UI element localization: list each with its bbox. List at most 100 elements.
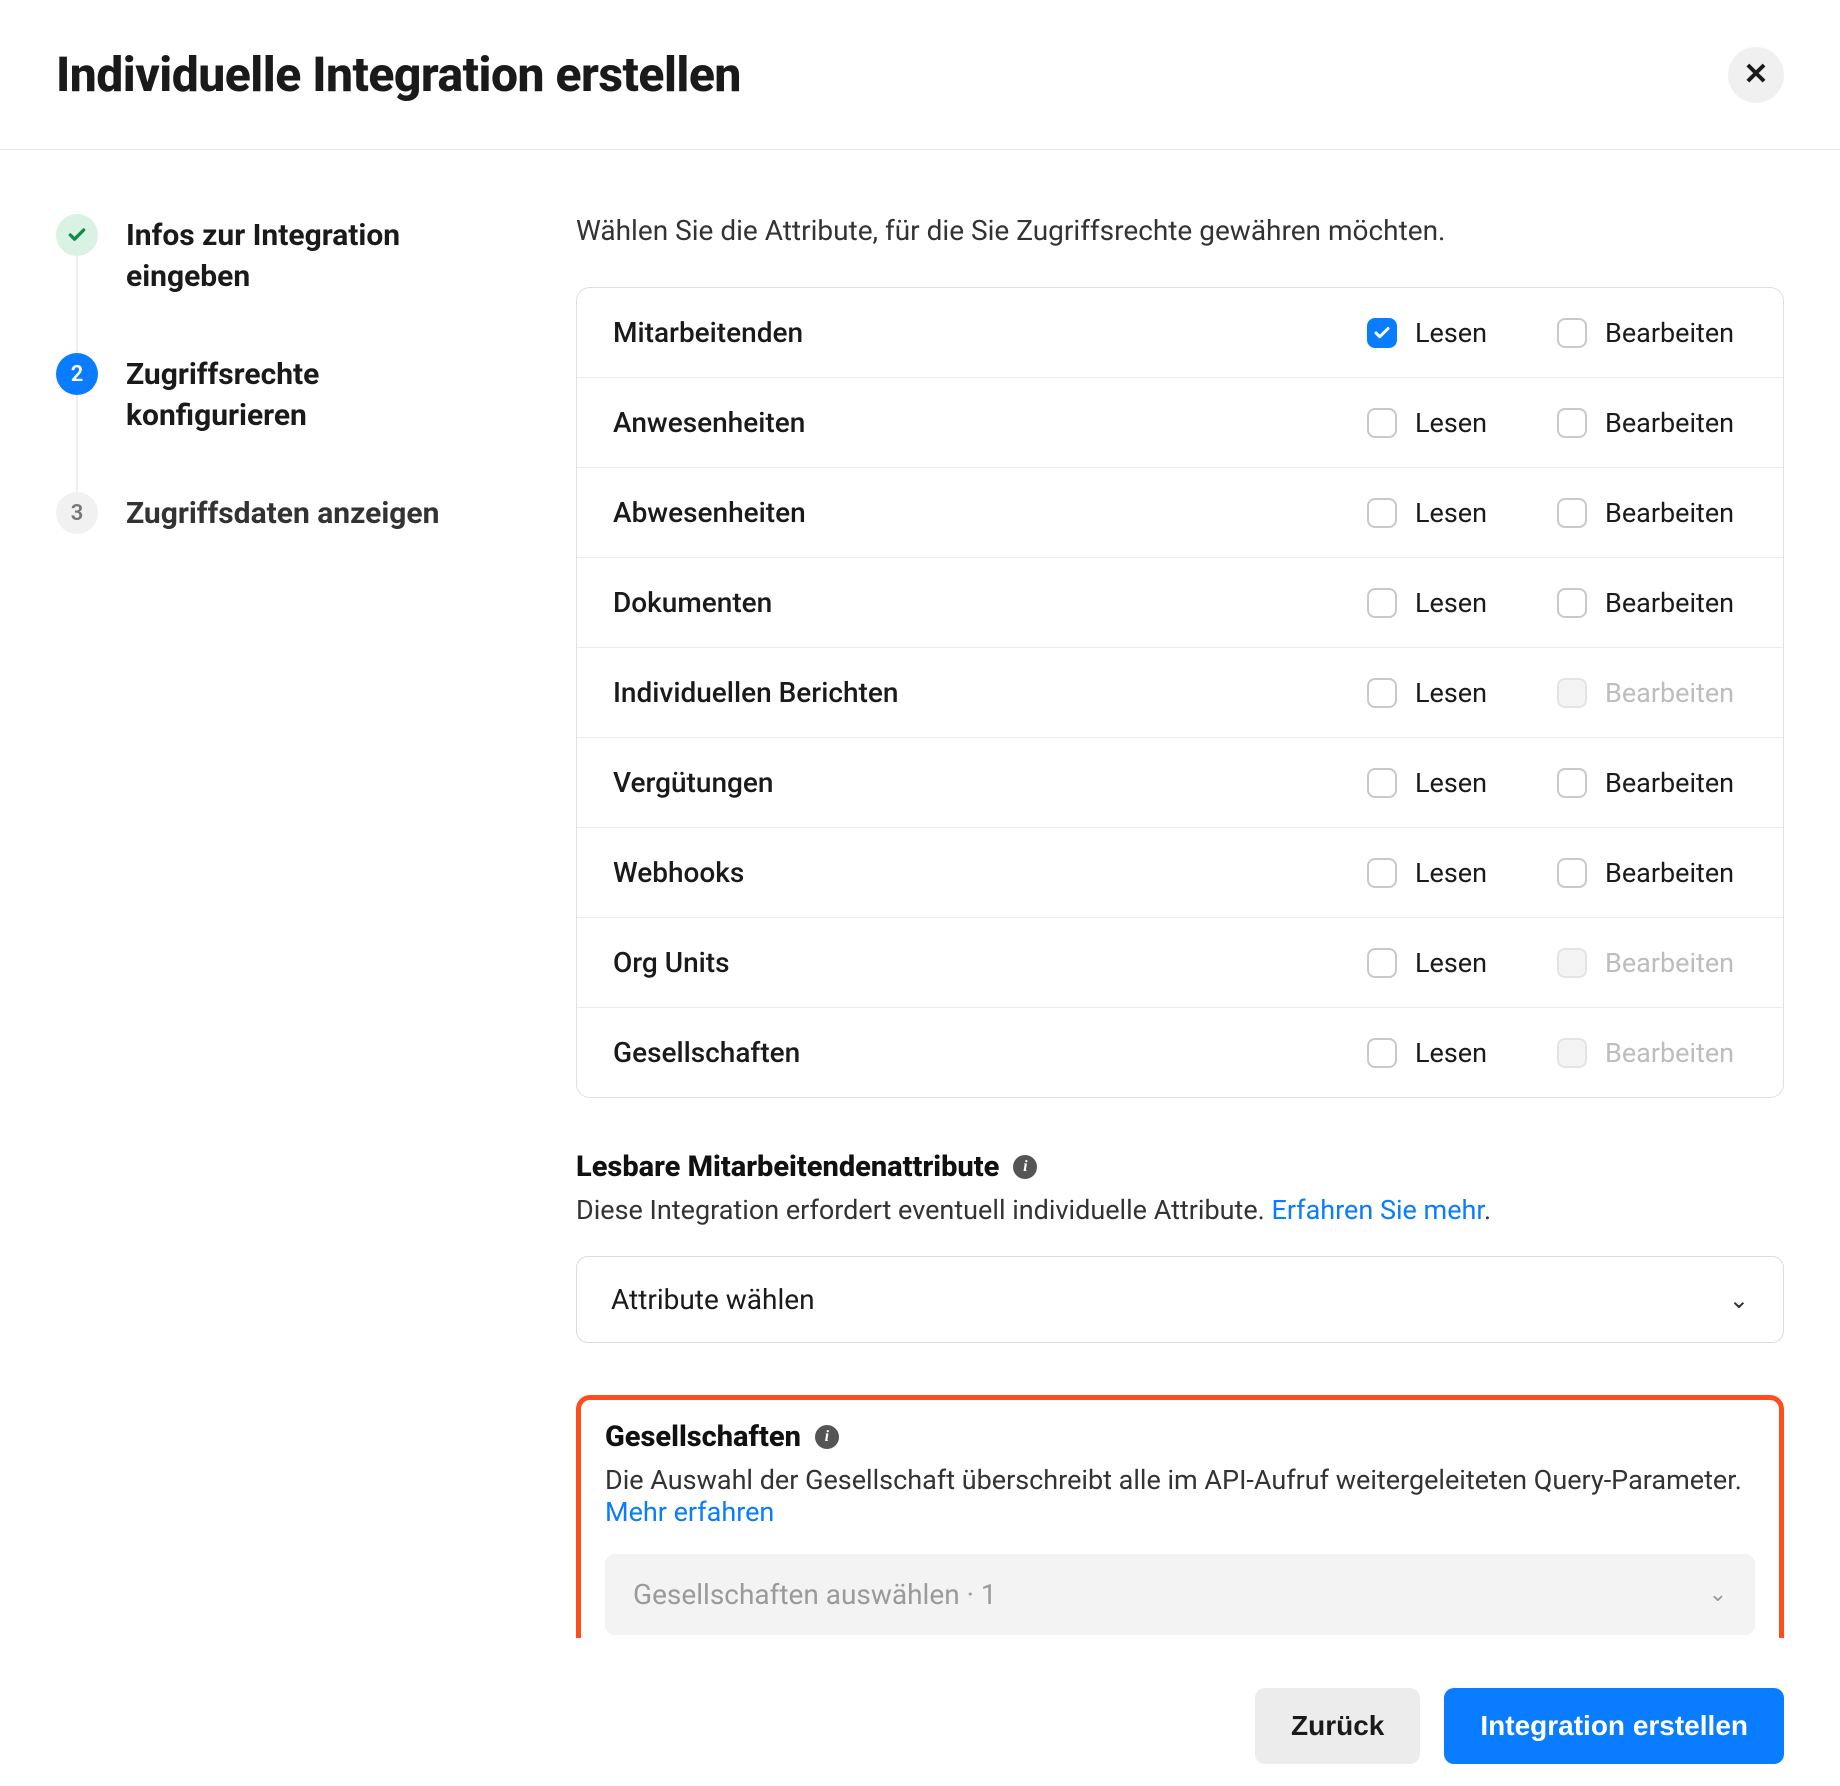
read-checkbox[interactable]	[1367, 318, 1397, 348]
edit-label: Bearbeiten	[1605, 677, 1734, 709]
edit-label: Bearbeiten	[1605, 1037, 1734, 1069]
edit-checkbox[interactable]	[1557, 318, 1587, 348]
step-1: Infos zur Integration eingeben	[56, 214, 576, 353]
read-checkbox[interactable]	[1367, 498, 1397, 528]
permission-row: Anwesenheiten Lesen Bearbeiten	[577, 378, 1783, 468]
attributes-heading-row: Lesbare Mitarbeitendenattribute i	[576, 1150, 1037, 1184]
attributes-learn-more-link[interactable]: Erfahren Sie mehr	[1271, 1194, 1483, 1226]
step-3-indicator: 3	[56, 492, 98, 534]
read-checkbox[interactable]	[1367, 678, 1397, 708]
read-label: Lesen	[1415, 407, 1487, 439]
permission-row: GesellschaftenLesenBearbeiten	[577, 1008, 1783, 1097]
attributes-select[interactable]: Attribute wählen ⌄	[576, 1256, 1784, 1343]
read-label: Lesen	[1415, 767, 1487, 799]
main-content: Wählen Sie die Attribute, für die Sie Zu…	[576, 214, 1784, 1638]
permission-read-option: Lesen	[1367, 587, 1557, 619]
permission-read-option: Lesen	[1367, 677, 1557, 709]
permission-read-option: Lesen	[1367, 767, 1557, 799]
checkmark-icon	[67, 225, 87, 245]
permissions-table: MitarbeitendenLesenBearbeitenAnwesenheit…	[576, 287, 1784, 1098]
punct: .	[1484, 1194, 1491, 1226]
companies-desc: Die Auswahl der Gesellschaft überschreib…	[605, 1464, 1755, 1528]
companies-heading-row: Gesellschaften i	[605, 1420, 839, 1454]
read-label: Lesen	[1415, 1037, 1487, 1069]
edit-label: Bearbeiten	[1605, 317, 1734, 349]
read-label: Lesen	[1415, 317, 1487, 349]
dialog-header: Individuelle Integration erstellen ✕	[0, 0, 1840, 150]
permission-read-option: Lesen	[1367, 947, 1557, 979]
permission-row: Abwesenheiten Lesen Bearbeiten	[577, 468, 1783, 558]
read-checkbox[interactable]	[1367, 408, 1397, 438]
permission-name: Individuellen Berichten	[613, 676, 1367, 709]
permission-row: Individuellen Berichten Lesen Bearbeiten	[577, 648, 1783, 738]
companies-learn-more-link[interactable]: Mehr erfahren	[605, 1496, 774, 1528]
close-button[interactable]: ✕	[1728, 47, 1784, 103]
permission-name: Anwesenheiten	[613, 406, 1367, 439]
permission-row: Org Units Lesen Bearbeiten	[577, 918, 1783, 1008]
companies-section: Gesellschaften i Die Auswahl der Gesells…	[576, 1395, 1784, 1638]
edit-checkbox	[1557, 678, 1587, 708]
permission-edit-option: Bearbeiten	[1557, 587, 1747, 619]
read-label: Lesen	[1415, 947, 1487, 979]
edit-checkbox	[1557, 1038, 1587, 1068]
read-checkbox[interactable]	[1367, 588, 1397, 618]
attributes-section: Lesbare Mitarbeitendenattribute i Diese …	[576, 1150, 1784, 1343]
back-button[interactable]: Zurück	[1255, 1688, 1420, 1764]
stepper: Infos zur Integration eingeben 2 Zugriff…	[56, 214, 576, 1638]
chevron-down-icon: ⌄	[1709, 1582, 1727, 1607]
chevron-down-icon: ⌄	[1729, 1286, 1749, 1314]
edit-checkbox[interactable]	[1557, 498, 1587, 528]
edit-checkbox[interactable]	[1557, 858, 1587, 888]
edit-label: Bearbeiten	[1605, 857, 1734, 889]
permission-name: Org Units	[613, 946, 1367, 979]
companies-select[interactable]: Gesellschaften auswählen · 1 ⌄	[605, 1554, 1755, 1635]
step-3: 3 Zugriffsdaten anzeigen	[56, 492, 576, 535]
edit-checkbox[interactable]	[1557, 408, 1587, 438]
info-icon[interactable]: i	[1013, 1155, 1037, 1179]
step-connector	[76, 256, 78, 353]
companies-select-label: Gesellschaften auswählen · 1	[633, 1578, 997, 1611]
permission-name: Abwesenheiten	[613, 496, 1367, 529]
step-1-label: Infos zur Integration eingeben	[126, 214, 506, 297]
permission-name: Dokumenten	[613, 586, 1367, 619]
intro-text: Wählen Sie die Attribute, für die Sie Zu…	[576, 214, 1784, 247]
edit-label: Bearbeiten	[1605, 407, 1734, 439]
read-label: Lesen	[1415, 587, 1487, 619]
edit-checkbox[interactable]	[1557, 588, 1587, 618]
create-button[interactable]: Integration erstellen	[1444, 1688, 1784, 1764]
read-checkbox[interactable]	[1367, 948, 1397, 978]
step-connector	[76, 395, 78, 492]
info-icon[interactable]: i	[815, 1425, 839, 1449]
dialog-title: Individuelle Integration erstellen	[56, 46, 741, 103]
permission-row: Dokumenten Lesen Bearbeiten	[577, 558, 1783, 648]
edit-checkbox[interactable]	[1557, 768, 1587, 798]
permission-edit-option: Bearbeiten	[1557, 677, 1747, 709]
read-checkbox[interactable]	[1367, 858, 1397, 888]
step-2-indicator: 2	[56, 353, 98, 395]
read-checkbox[interactable]	[1367, 768, 1397, 798]
step-3-label: Zugriffsdaten anzeigen	[126, 492, 439, 535]
permission-row: Mitarbeitenden Lesen Bearbeiten	[577, 288, 1783, 378]
attributes-select-label: Attribute wählen	[611, 1283, 815, 1316]
permission-read-option: Lesen	[1367, 497, 1557, 529]
read-label: Lesen	[1415, 497, 1487, 529]
permission-name: Mitarbeitenden	[613, 316, 1367, 349]
read-checkbox[interactable]	[1367, 1038, 1397, 1068]
permission-row: WebhooksLesenBearbeiten	[577, 828, 1783, 918]
permission-edit-option: Bearbeiten	[1557, 767, 1747, 799]
permission-read-option: Lesen	[1367, 857, 1557, 889]
read-label: Lesen	[1415, 857, 1487, 889]
permission-edit-option: Bearbeiten	[1557, 1037, 1747, 1069]
permission-read-option: Lesen	[1367, 317, 1557, 349]
edit-label: Bearbeiten	[1605, 947, 1734, 979]
attributes-desc-text: Diese Integration erfordert eventuell in…	[576, 1194, 1271, 1226]
edit-checkbox	[1557, 948, 1587, 978]
companies-heading: Gesellschaften	[605, 1420, 801, 1454]
edit-label: Bearbeiten	[1605, 767, 1734, 799]
permission-edit-option: Bearbeiten	[1557, 497, 1747, 529]
step-1-indicator	[56, 214, 98, 256]
permission-name: Vergütungen	[613, 766, 1367, 799]
read-label: Lesen	[1415, 677, 1487, 709]
permission-row: Vergütungen Lesen Bearbeiten	[577, 738, 1783, 828]
permission-edit-option: Bearbeiten	[1557, 947, 1747, 979]
